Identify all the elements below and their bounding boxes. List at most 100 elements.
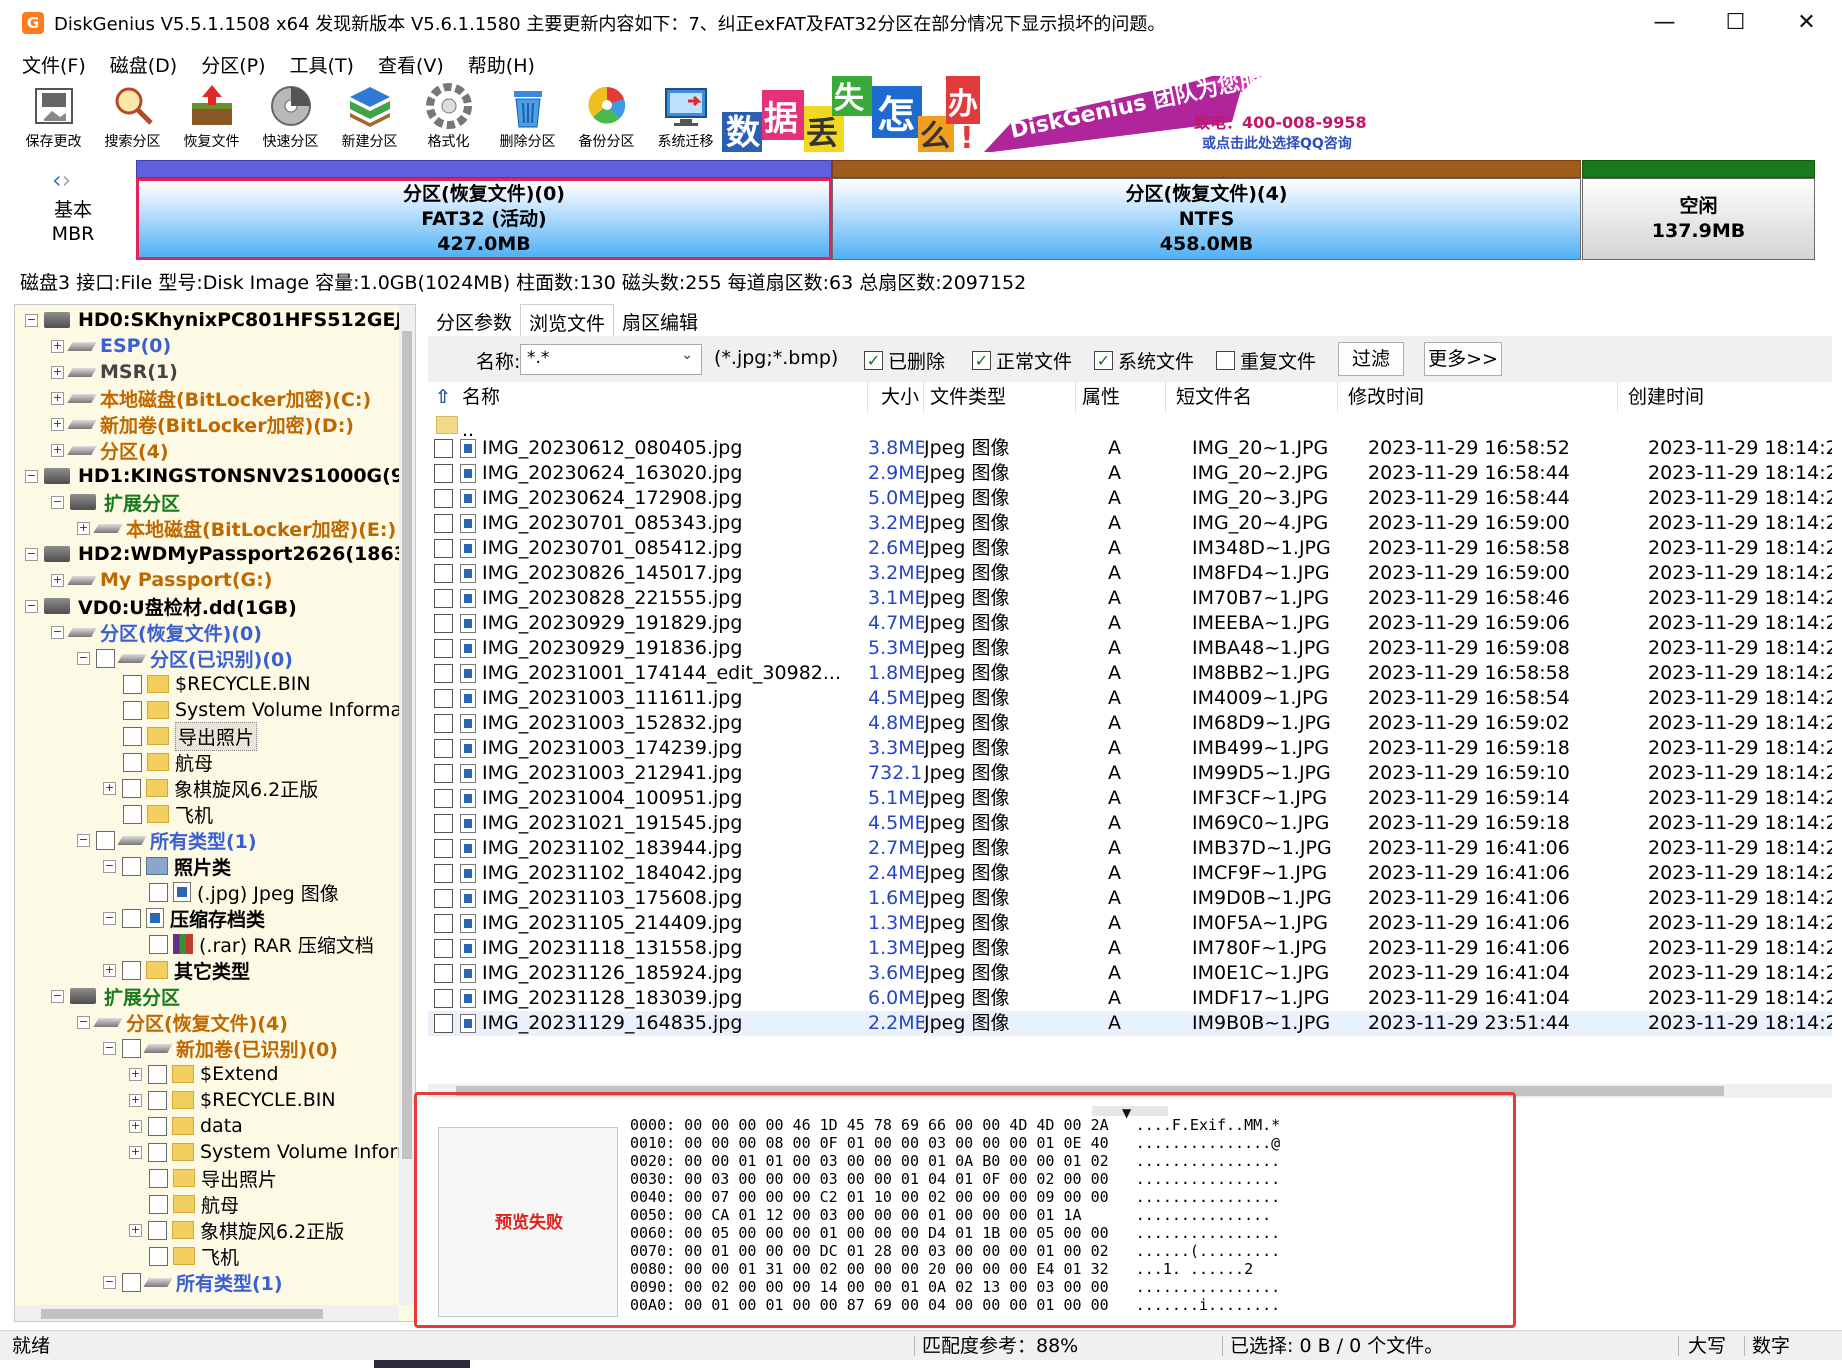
expand-icon[interactable]: +: [51, 573, 64, 587]
close-button[interactable]: ✕: [1771, 0, 1842, 46]
duplicate-files-checkbox[interactable]: 重复文件: [1216, 347, 1316, 374]
new-partition-button[interactable]: 新建分区: [330, 82, 409, 154]
tree-checkbox[interactable]: [123, 752, 142, 772]
tree-item-esp[interactable]: + ESP(0): [51, 333, 171, 359]
tree-checkbox[interactable]: [122, 908, 141, 928]
tree-item-d-drive[interactable]: + 新加卷(BitLocker加密)(D:): [51, 411, 354, 437]
file-row[interactable]: IMG_20231103_175608.jpg 1.6MB Jpeg 图像 A IM9D…: [428, 886, 1832, 911]
file-row-checkbox[interactable]: [434, 464, 453, 483]
tree-item-extended[interactable]: − 扩展分区: [51, 489, 180, 515]
tree-item-carrier-2[interactable]: 航母: [149, 1191, 239, 1217]
collapse-icon[interactable]: −: [103, 859, 116, 873]
checkbox-checked[interactable]: ✓: [864, 351, 883, 370]
tree-checkbox[interactable]: [122, 856, 141, 876]
partition-block-fat32[interactable]: 分区(恢复文件)(0) FAT32 (活动) 427.0MB: [136, 160, 832, 260]
tree-item-carrier[interactable]: 航母: [123, 749, 213, 775]
tree-item-new-volume[interactable]: − 新加卷(已识别)(0): [103, 1035, 338, 1061]
minimize-button[interactable]: —: [1629, 0, 1700, 46]
file-row-checkbox[interactable]: [434, 689, 453, 708]
file-row-checkbox[interactable]: [434, 539, 453, 558]
tree-item-partition-4[interactable]: + 分区(4): [51, 437, 169, 463]
expand-icon[interactable]: +: [51, 417, 64, 431]
checkbox-unchecked[interactable]: [1216, 351, 1235, 370]
expand-icon[interactable]: +: [129, 1145, 142, 1159]
recover-files-button[interactable]: 恢复文件: [172, 82, 251, 154]
tree-checkbox[interactable]: [123, 700, 142, 720]
scroll-thumb[interactable]: [456, 1086, 1724, 1096]
tree-item-system-volume-info-2[interactable]: + System Volume Inform: [129, 1139, 415, 1165]
tree-checkbox[interactable]: [148, 1090, 167, 1110]
file-row[interactable]: IMG_20230624_163020.jpg 2.9MB Jpeg 图像 A IMG_…: [428, 461, 1832, 486]
file-row[interactable]: IMG_20231004_100951.jpg 5.1MB Jpeg 图像 A IMF3…: [428, 786, 1832, 811]
checkbox-checked[interactable]: ✓: [972, 351, 991, 370]
file-row-checkbox[interactable]: [434, 639, 453, 658]
tree-item-jpg[interactable]: (.jpg) Jpeg 图像: [149, 879, 339, 905]
tree-checkbox[interactable]: [123, 726, 142, 746]
file-row[interactable]: IMG_20231126_185924.jpg 3.6MB Jpeg 图像 A IM0E…: [428, 961, 1832, 986]
file-row[interactable]: IMG_20230701_085412.jpg 2.6MB Jpeg 图像 A IM34…: [428, 536, 1832, 561]
format-button[interactable]: 格式化: [409, 82, 488, 154]
file-row[interactable]: IMG_20231003_152832.jpg 4.8MB Jpeg 图像 A IM68…: [428, 711, 1832, 736]
file-list-horizontal-scrollbar[interactable]: [428, 1084, 1832, 1098]
column-header-attr[interactable]: 属性: [1076, 382, 1166, 412]
menu-view[interactable]: 查看(V): [378, 51, 444, 78]
file-row[interactable]: IMG_20230929_191829.jpg 4.7MB Jpeg 图像 A IMEE…: [428, 611, 1832, 636]
collapse-icon[interactable]: −: [77, 651, 90, 665]
file-row[interactable]: IMG_20231003_212941.jpg 732.1KBJpeg 图像 A IM…: [428, 761, 1832, 786]
tree-item-hd0[interactable]: − HD0:SKhynixPC801HFS512GEJ9X10: [25, 307, 415, 333]
tree-item-chess[interactable]: + 象棋旋风6.2正版: [103, 775, 318, 801]
collapse-icon[interactable]: −: [25, 599, 38, 613]
tree-item-all-types[interactable]: − 所有类型(1): [77, 827, 257, 853]
tree-checkbox[interactable]: [149, 1246, 168, 1266]
partition-block-ntfs[interactable]: 分区(恢复文件)(4) NTFS 458.0MB: [832, 160, 1581, 260]
menu-disk[interactable]: 磁盘(D): [110, 51, 177, 78]
collapse-icon[interactable]: −: [25, 547, 38, 561]
file-row-checkbox[interactable]: [434, 514, 453, 533]
maximize-button[interactable]: ☐: [1700, 0, 1771, 46]
expand-icon[interactable]: +: [129, 1067, 142, 1081]
file-row[interactable]: IMG_20230826_145017.jpg 3.2MB Jpeg 图像 A IM8F…: [428, 561, 1832, 586]
tree-item-hd1[interactable]: − HD1:KINGSTONSNV2S1000G(932GI: [25, 463, 415, 489]
scroll-thumb[interactable]: [402, 331, 412, 1159]
tree-vertical-scrollbar[interactable]: [399, 305, 415, 1305]
tree-item-msr[interactable]: + MSR(1): [51, 359, 178, 385]
tree-item-c-drive[interactable]: + 本地磁盘(BitLocker加密)(C:): [51, 385, 371, 411]
tree-item-archives[interactable]: − 压缩存档类: [103, 905, 265, 931]
service-banner[interactable]: 数 据 丢 失 怎 么 办 ! DiskGenius 团队为您服务 致电：400…: [722, 76, 1445, 152]
file-row[interactable]: IMG_20231102_184042.jpg 2.4MB Jpeg 图像 A IMCF…: [428, 861, 1832, 886]
tree-item-extend[interactable]: + $Extend: [129, 1061, 279, 1087]
file-row-checkbox[interactable]: [434, 1014, 453, 1033]
expand-icon[interactable]: +: [129, 1093, 142, 1107]
tree-checkbox[interactable]: [122, 1272, 141, 1292]
file-row-checkbox[interactable]: [434, 714, 453, 733]
file-row[interactable]: IMG_20231001_174144_edit_30982... 1.8MB Jp…: [428, 661, 1832, 686]
collapse-icon[interactable]: −: [77, 833, 90, 847]
expand-icon[interactable]: +: [51, 391, 64, 405]
file-row-checkbox[interactable]: [434, 839, 453, 858]
file-row[interactable]: IMG_20231003_174239.jpg 3.3MB Jpeg 图像 A IMB4…: [428, 736, 1832, 761]
tree-item-recovered-partition-4[interactable]: − 分区(恢复文件)(4): [77, 1009, 288, 1035]
file-row[interactable]: IMG_20231128_183039.jpg 6.0MB Jpeg 图像 A IMDF…: [428, 986, 1832, 1011]
more-button[interactable]: 更多>>: [1424, 342, 1502, 376]
tree-item-all-types-2[interactable]: − 所有类型(1): [103, 1269, 283, 1295]
collapse-icon[interactable]: −: [103, 1041, 116, 1055]
expand-icon[interactable]: +: [129, 1119, 142, 1133]
file-row[interactable]: IMG_20230929_191836.jpg 5.3MB Jpeg 图像 A IMBA…: [428, 636, 1832, 661]
tree-checkbox[interactable]: [149, 1168, 168, 1188]
tree-checkbox[interactable]: [148, 1220, 167, 1240]
tree-checkbox[interactable]: [149, 882, 168, 902]
column-header-modified[interactable]: 修改时间: [1338, 382, 1618, 412]
quick-partition-button[interactable]: 快速分区: [251, 82, 330, 154]
expand-icon[interactable]: +: [51, 339, 64, 353]
file-row[interactable]: IMG_20230612_080405.jpg 3.8MB Jpeg 图像 A IMG_…: [428, 436, 1832, 461]
menu-help[interactable]: 帮助(H): [468, 51, 535, 78]
file-row-checkbox[interactable]: [434, 989, 453, 1008]
tree-item-photos[interactable]: − 照片类: [103, 853, 231, 879]
file-row-checkbox[interactable]: [434, 764, 453, 783]
tab-partition-params[interactable]: 分区参数: [428, 304, 520, 336]
file-row-checkbox[interactable]: [434, 489, 453, 508]
tree-checkbox[interactable]: [148, 1116, 167, 1136]
tree-item-export-photos[interactable]: 导出照片: [123, 721, 258, 751]
menu-partition[interactable]: 分区(P): [201, 51, 265, 78]
tree-checkbox[interactable]: [122, 960, 141, 980]
